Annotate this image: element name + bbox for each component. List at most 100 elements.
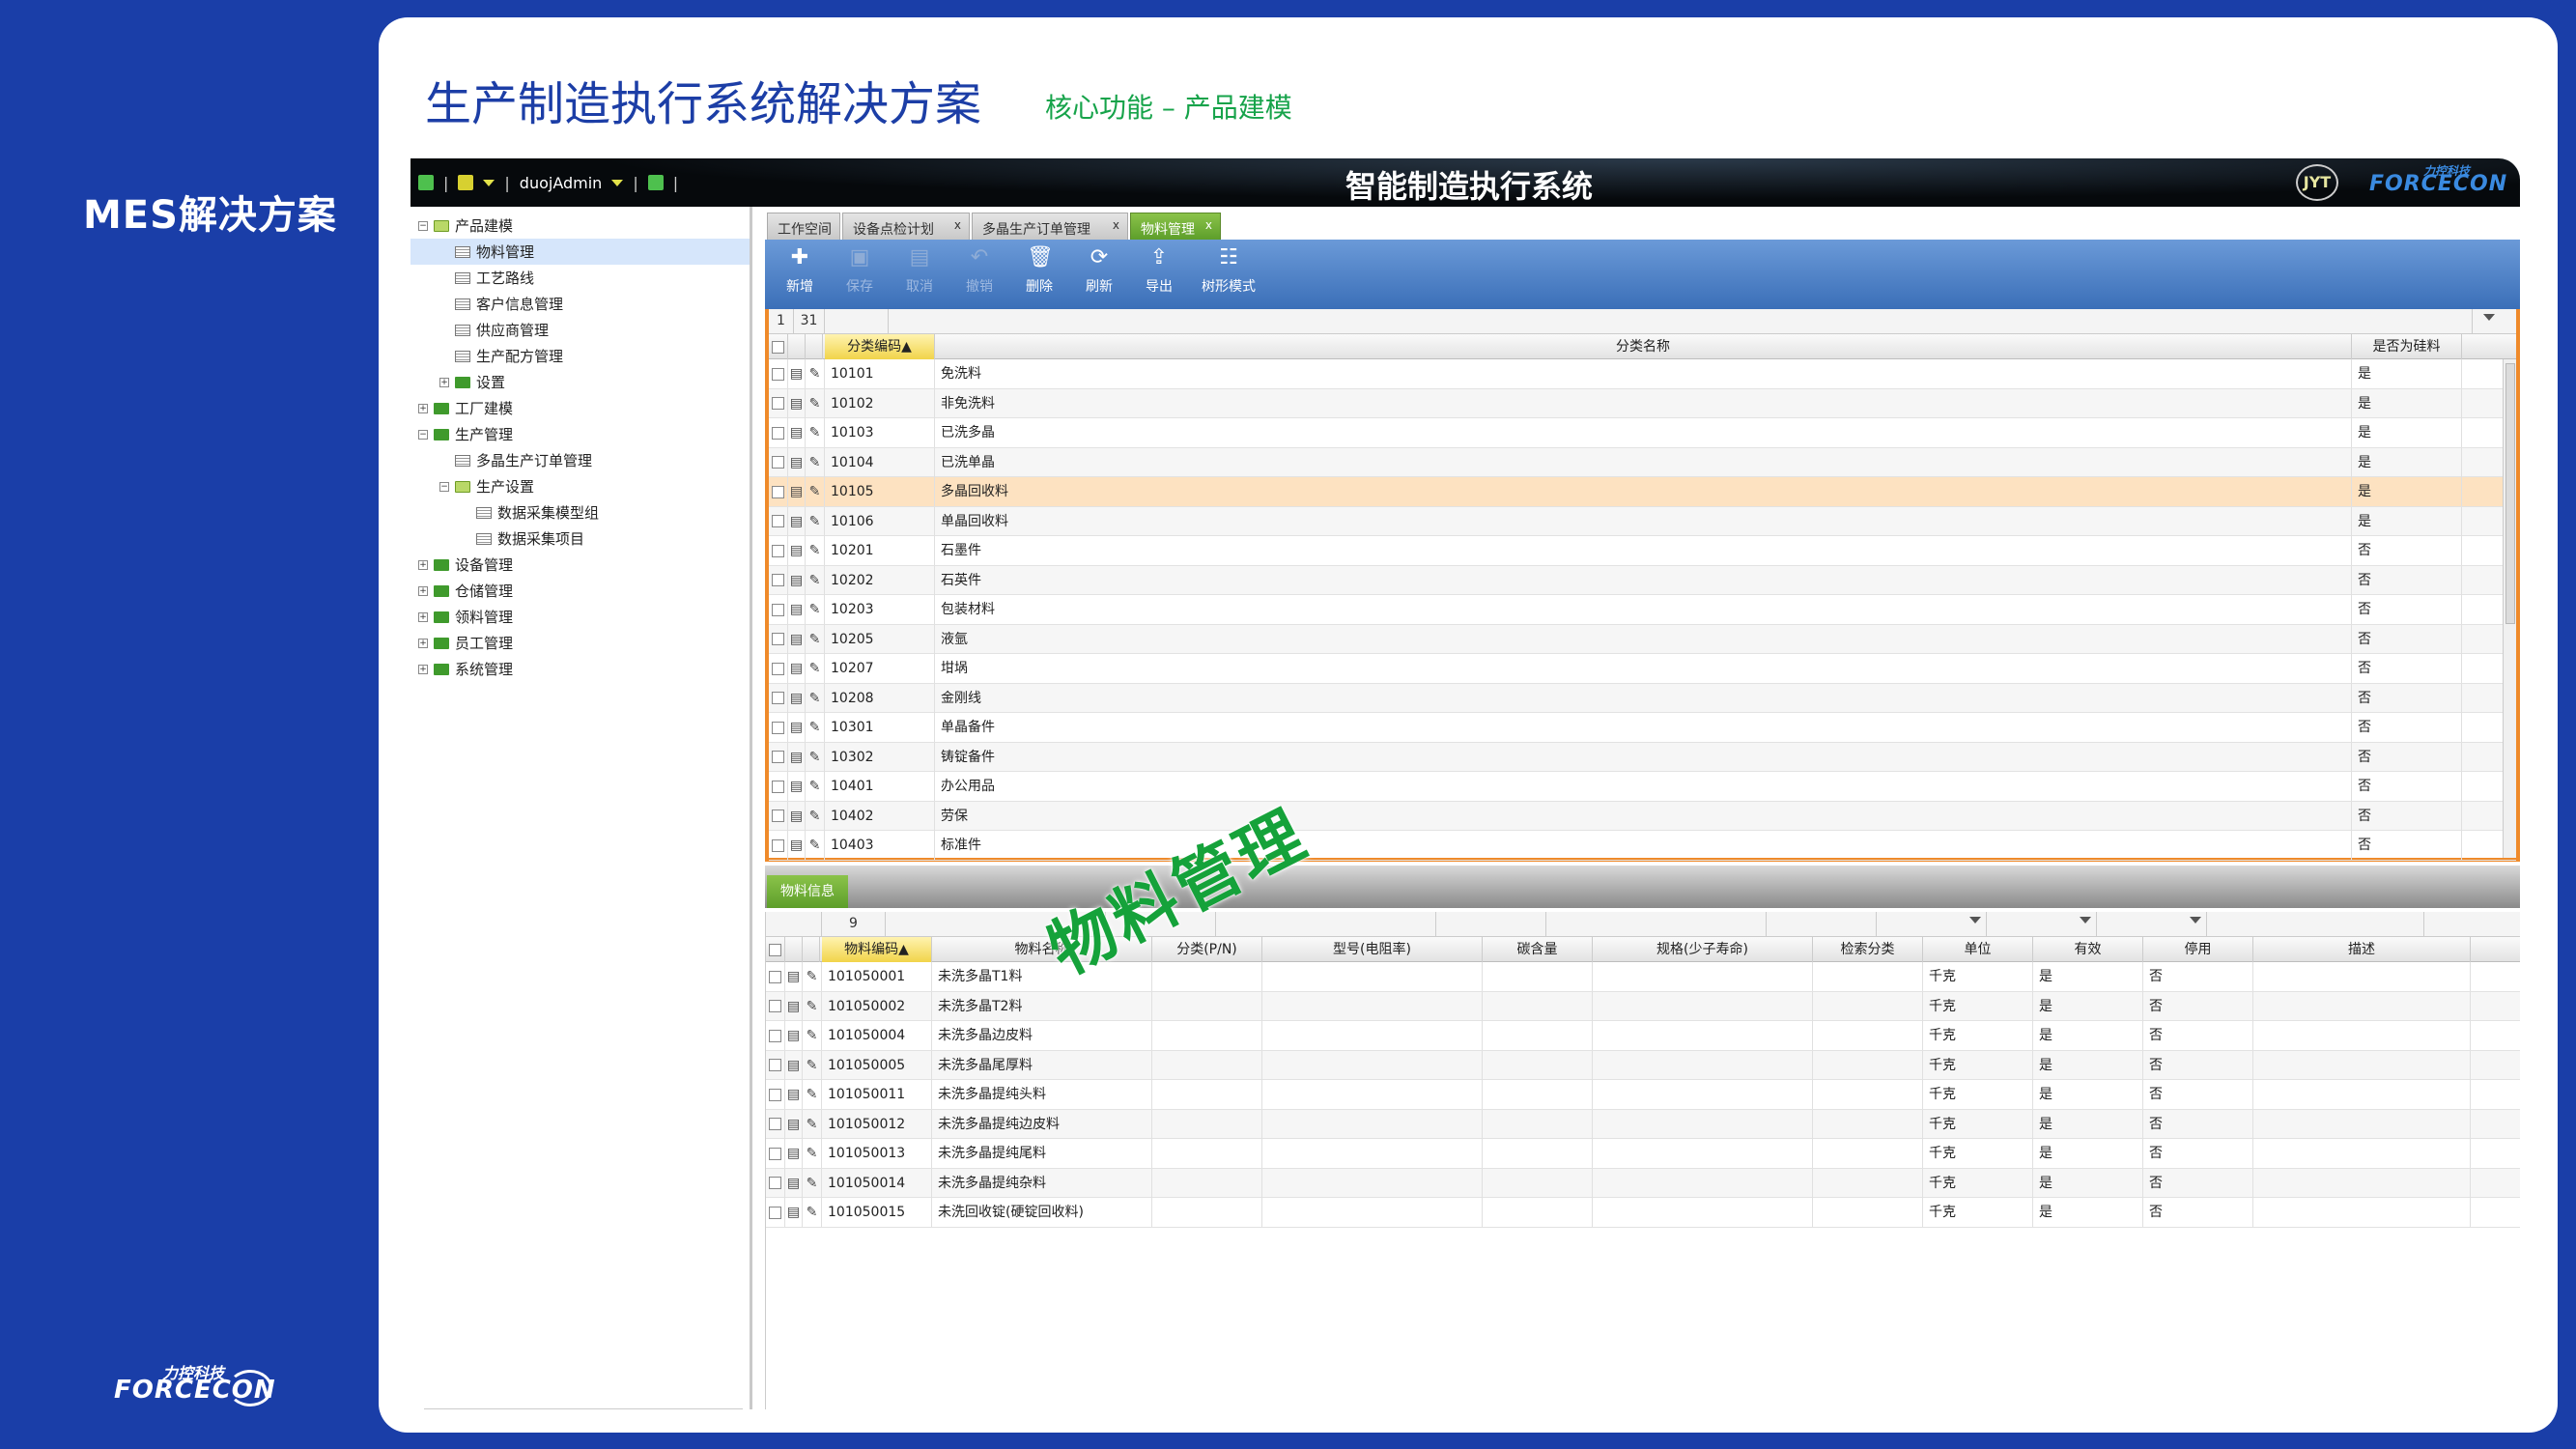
document-icon[interactable]: ▤ — [788, 595, 806, 624]
collapse-icon[interactable]: − — [418, 220, 428, 231]
document-icon[interactable]: ▤ — [788, 742, 806, 772]
tree-node[interactable]: 客户信息管理 — [410, 291, 750, 317]
tab-material-info[interactable]: 物料信息 — [767, 875, 848, 908]
row-checkbox[interactable] — [769, 970, 781, 983]
document-icon[interactable]: ▤ — [788, 418, 806, 447]
edit-icon[interactable]: ✎ — [803, 1080, 822, 1109]
edit-icon[interactable]: ✎ — [803, 1198, 822, 1227]
edit-icon[interactable]: ✎ — [803, 1021, 822, 1050]
table-row[interactable]: ▤ ✎ 10202 石英件否 — [769, 565, 2516, 595]
edit-icon[interactable]: ✎ — [806, 418, 825, 447]
toolbar-button-export[interactable]: ⇪ 导出 — [1132, 245, 1186, 305]
toolbar-button-delete[interactable]: 🗑 删除 — [1012, 245, 1066, 305]
row-checkbox[interactable] — [772, 397, 784, 410]
table-row[interactable]: ▤ ✎ 10106 单晶回收料是 — [769, 506, 2516, 536]
row-checkbox[interactable] — [772, 810, 784, 822]
tree-node[interactable]: 生产配方管理 — [410, 343, 750, 369]
table-row[interactable]: ▤ ✎ 101050001 未洗多晶T1料 千克是否 — [766, 962, 2520, 992]
tree-node[interactable]: + 领料管理 — [410, 604, 750, 630]
document-icon[interactable]: ▤ — [788, 683, 806, 713]
table-row[interactable]: ▤ ✎ 101050013 未洗多晶提纯尾料 千克是否 — [766, 1139, 2520, 1169]
table-row[interactable]: ▤ ✎ 10301 单晶备件否 — [769, 713, 2516, 743]
edit-icon[interactable]: ✎ — [806, 565, 825, 595]
tree-node[interactable]: − 产品建模 — [410, 213, 750, 239]
table-row[interactable]: ▤ ✎ 10102 非免洗料是 — [769, 388, 2516, 418]
edit-icon[interactable]: ✎ — [806, 595, 825, 624]
column-header[interactable]: 是否为硅料 — [2352, 334, 2462, 359]
tab-1[interactable]: 设备点检计划 x — [842, 213, 970, 240]
toolbar-button-cancel[interactable]: ▤ 取消 — [892, 245, 947, 305]
filter-dropdown-icon[interactable] — [2190, 917, 2201, 923]
collapse-icon[interactable]: − — [439, 481, 449, 492]
document-icon[interactable]: ▤ — [788, 801, 806, 831]
tree-node[interactable]: + 仓储管理 — [410, 578, 750, 604]
pager-page[interactable]: 1 — [769, 309, 794, 333]
table-row[interactable]: ▤ ✎ 10203 包装材料否 — [769, 595, 2516, 625]
row-checkbox[interactable] — [772, 603, 784, 616]
edit-icon[interactable]: ✎ — [806, 683, 825, 713]
table-row[interactable]: ▤ ✎ 101050015 未洗回收锭(硬锭回收料) 千克是否 — [766, 1198, 2520, 1228]
row-checkbox[interactable] — [769, 1000, 781, 1012]
row-checkbox[interactable] — [769, 1088, 781, 1101]
expand-icon[interactable]: + — [418, 638, 428, 648]
select-all-checkbox[interactable] — [769, 334, 788, 359]
toolbar-button-undo[interactable]: ↶ 撤销 — [952, 245, 1006, 305]
table-row[interactable]: ▤ ✎ 101050002 未洗多晶T2料 千克是否 — [766, 991, 2520, 1021]
close-icon[interactable]: x — [1205, 218, 1212, 232]
close-icon[interactable]: x — [954, 218, 961, 232]
tree-node[interactable]: 物料管理 — [410, 239, 750, 265]
row-checkbox[interactable] — [769, 1206, 781, 1219]
row-checkbox[interactable] — [772, 633, 784, 645]
row-checkbox[interactable] — [772, 721, 784, 734]
row-checkbox[interactable] — [772, 662, 784, 675]
row-checkbox[interactable] — [772, 367, 784, 381]
column-header[interactable]: 分类编码▲ — [825, 334, 935, 359]
edit-icon[interactable]: ✎ — [806, 447, 825, 477]
document-icon[interactable]: ▤ — [785, 962, 803, 991]
edit-icon[interactable]: ✎ — [803, 1168, 822, 1198]
tree-node[interactable]: 工艺路线 — [410, 265, 750, 291]
toolbar-button-save[interactable]: ▣ 保存 — [833, 245, 887, 305]
expand-icon[interactable]: + — [439, 377, 449, 387]
row-checkbox[interactable] — [772, 780, 784, 793]
row-checkbox[interactable] — [772, 692, 784, 704]
edit-icon[interactable]: ✎ — [806, 388, 825, 418]
document-icon[interactable]: ▤ — [785, 1198, 803, 1227]
edit-icon[interactable]: ✎ — [803, 991, 822, 1021]
table-row[interactable]: ▤ ✎ 10401 办公用品否 — [769, 772, 2516, 802]
column-header[interactable]: 碳含量 — [1483, 937, 1593, 962]
document-icon[interactable]: ▤ — [785, 1021, 803, 1050]
logout-icon[interactable] — [647, 175, 664, 190]
edit-icon[interactable]: ✎ — [806, 624, 825, 654]
row-checkbox[interactable] — [772, 574, 784, 586]
table-row[interactable]: ▤ ✎ 10207 坩埚否 — [769, 654, 2516, 684]
edit-icon[interactable]: ✎ — [806, 831, 825, 860]
grid-icon[interactable] — [458, 175, 474, 190]
table-row[interactable]: ▤ ✎ 10302 铸锭备件否 — [769, 742, 2516, 772]
row-checkbox[interactable] — [772, 838, 784, 852]
edit-icon[interactable]: ✎ — [806, 359, 825, 388]
document-icon[interactable]: ▤ — [788, 447, 806, 477]
document-icon[interactable]: ▤ — [785, 1050, 803, 1080]
row-checkbox[interactable] — [769, 1059, 781, 1071]
column-header[interactable]: 分类名称 — [935, 334, 2352, 359]
table-row[interactable]: ▤ ✎ 10104 已洗单晶是 — [769, 447, 2516, 477]
column-header[interactable]: 规格(少子寿命) — [1593, 937, 1813, 962]
toolbar-button-refresh[interactable]: ⟳ 刷新 — [1072, 245, 1126, 305]
row-checkbox[interactable] — [769, 1118, 781, 1130]
select-all-checkbox[interactable] — [766, 937, 785, 962]
filter-dropdown-icon[interactable] — [2483, 314, 2495, 321]
document-icon[interactable]: ▤ — [785, 1168, 803, 1198]
tab-2[interactable]: 多晶生产订单管理 x — [972, 213, 1128, 240]
home-icon[interactable] — [418, 175, 434, 190]
document-icon[interactable]: ▤ — [785, 991, 803, 1021]
document-icon[interactable]: ▤ — [788, 624, 806, 654]
table-row[interactable]: ▤ ✎ 101050005 未洗多晶尾厚料 千克是否 — [766, 1050, 2520, 1080]
filter-dropdown-icon[interactable] — [2080, 917, 2091, 923]
table-row[interactable]: ▤ ✎ 10403 标准件否 — [769, 831, 2516, 861]
document-icon[interactable]: ▤ — [788, 359, 806, 388]
row-checkbox[interactable] — [772, 426, 784, 440]
toolbar-button-new[interactable]: ✚ 新增 — [773, 245, 827, 305]
tab-0[interactable]: 工作空间 — [767, 213, 840, 240]
edit-icon[interactable]: ✎ — [803, 1109, 822, 1139]
